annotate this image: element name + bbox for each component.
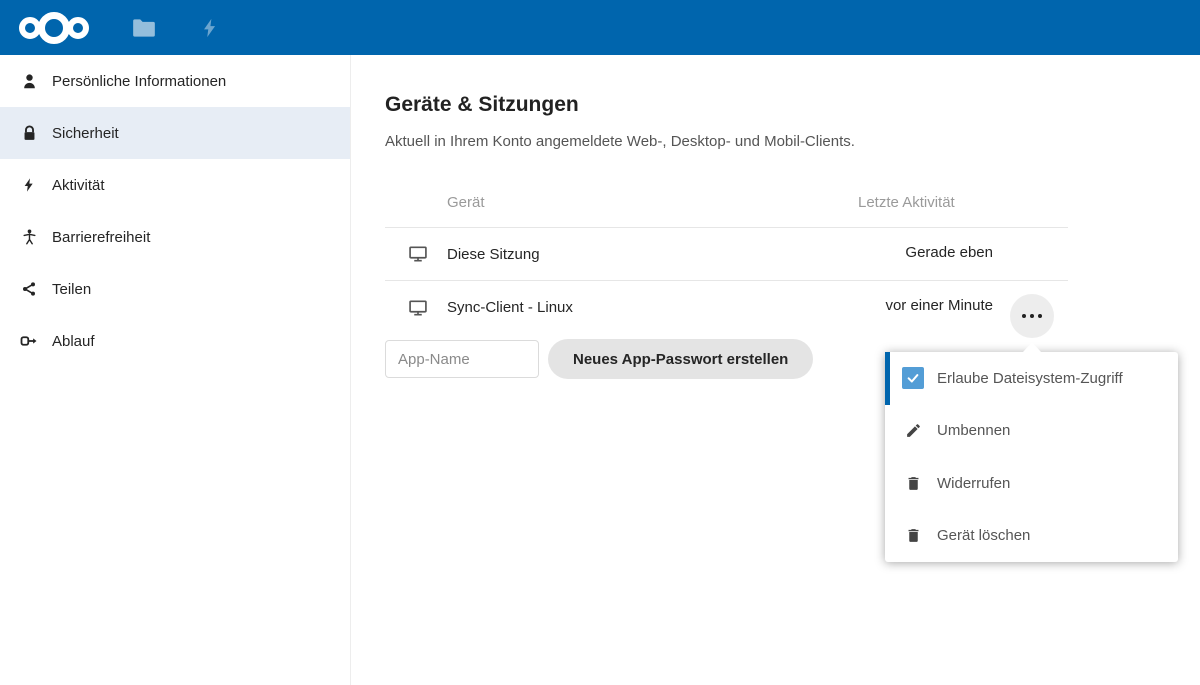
page-subtitle: Aktuell in Ihrem Konto angemeldete Web-,…	[385, 133, 1068, 150]
sidebar-item-label: Persönliche Informationen	[52, 73, 226, 90]
sidebar-item-personal-info[interactable]: Persönliche Informationen	[0, 55, 350, 107]
nextcloud-logo[interactable]	[18, 11, 90, 45]
device-name: Sync-Client - Linux	[447, 299, 573, 316]
ellipsis-dot	[1038, 314, 1042, 318]
popover-arrow	[1023, 342, 1041, 352]
share-icon	[18, 278, 40, 300]
page-title: Geräte & Sitzungen	[385, 93, 1068, 117]
sidebar-item-sharing[interactable]: Teilen	[0, 263, 350, 315]
pencil-icon	[902, 420, 924, 442]
sidebar-item-activity[interactable]: Aktivität	[0, 159, 350, 211]
sidebar-item-flow[interactable]: Ablauf	[0, 315, 350, 367]
last-activity: vor einer Minute	[885, 297, 993, 314]
table-row: Sync-Client - Linux vor einer Minute	[385, 281, 1068, 334]
column-header-device: Gerät	[447, 194, 485, 211]
ellipsis-dot	[1022, 314, 1026, 318]
sidebar-item-label: Sicherheit	[52, 125, 119, 142]
sidebar-item-accessibility[interactable]: Barrierefreiheit	[0, 211, 350, 263]
trash-icon	[902, 525, 924, 547]
create-app-password-button[interactable]: Neues App-Passwort erstellen	[548, 339, 813, 379]
device-actions-menu: Erlaube Dateisystem-Zugriff Umbennen Wid…	[885, 352, 1178, 562]
sessions-table: Gerät Letzte Aktivität Diese Sitzung Ger…	[385, 180, 1068, 334]
security-settings-section: Geräte & Sitzungen Aktuell in Ihrem Kont…	[385, 55, 1068, 379]
menu-item-label: Umbennen	[937, 422, 1010, 439]
user-icon	[18, 70, 40, 92]
device-name: Diese Sitzung	[447, 246, 540, 263]
sidebar-item-security[interactable]: Sicherheit	[0, 107, 350, 159]
lock-icon	[18, 122, 40, 144]
table-row: Diese Sitzung Gerade eben	[385, 228, 1068, 281]
checkbox-checked-icon[interactable]	[902, 367, 924, 389]
device-actions-more-button[interactable]	[1010, 294, 1054, 338]
sidebar-item-label: Aktivität	[52, 177, 105, 194]
menu-item-delete-device[interactable]: Gerät löschen	[885, 510, 1178, 563]
top-header-bar	[0, 0, 1200, 55]
activity-icon[interactable]	[178, 0, 242, 55]
sidebar-item-label: Barrierefreiheit	[52, 229, 150, 246]
menu-item-revoke[interactable]: Widerrufen	[885, 457, 1178, 510]
lightning-icon	[18, 174, 40, 196]
accessibility-icon	[18, 226, 40, 248]
menu-item-allow-filesystem-access[interactable]: Erlaube Dateisystem-Zugriff	[885, 352, 1178, 405]
menu-item-label: Erlaube Dateisystem-Zugriff	[937, 370, 1123, 387]
monitor-icon	[408, 298, 428, 318]
table-header: Gerät Letzte Aktivität	[385, 180, 1068, 228]
column-header-last-activity: Letzte Aktivität	[858, 194, 955, 211]
settings-sidebar: Persönliche Informationen Sicherheit Akt…	[0, 55, 351, 685]
ellipsis-dot	[1030, 314, 1034, 318]
menu-item-label: Widerrufen	[937, 475, 1010, 492]
flow-icon	[18, 330, 40, 352]
files-icon[interactable]	[112, 0, 176, 55]
menu-item-rename[interactable]: Umbennen	[885, 405, 1178, 458]
sidebar-item-label: Teilen	[52, 281, 91, 298]
sidebar-item-label: Ablauf	[52, 333, 95, 350]
app-name-input[interactable]	[385, 340, 539, 378]
trash-icon	[902, 472, 924, 494]
last-activity: Gerade eben	[905, 244, 993, 261]
monitor-icon	[408, 244, 428, 264]
menu-item-label: Gerät löschen	[937, 527, 1030, 544]
